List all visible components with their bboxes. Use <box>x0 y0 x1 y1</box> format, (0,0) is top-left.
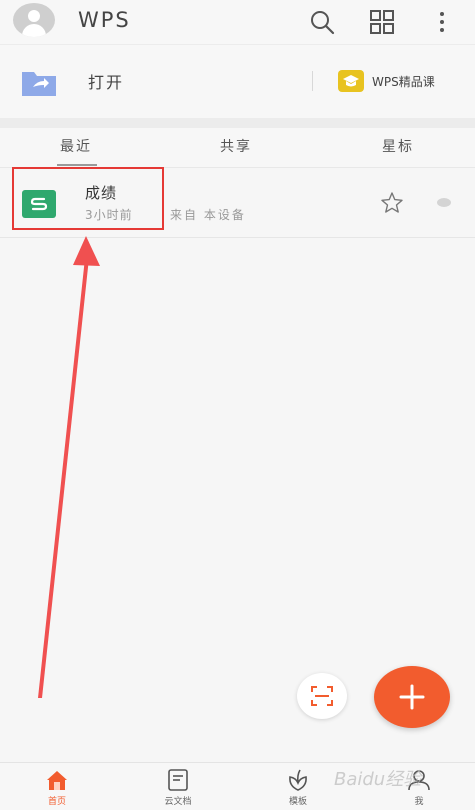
nav-label: 我 <box>414 797 424 807</box>
wps-course-button[interactable]: WPS精品课 <box>338 68 435 94</box>
user-avatar-icon[interactable] <box>13 3 55 37</box>
tab-share[interactable]: 共享 <box>220 136 252 156</box>
plus-icon <box>399 684 425 710</box>
open-folder-button[interactable] <box>20 68 58 98</box>
file-source: 来自 本设备 <box>170 208 246 222</box>
scan-button[interactable] <box>297 673 347 719</box>
nav-cloud-docs[interactable]: 云文档 <box>148 769 208 807</box>
open-label[interactable]: 打开 <box>88 69 124 93</box>
file-tabs: 最近 共享 星标 <box>0 128 475 168</box>
more-vertical-icon[interactable] <box>428 8 456 36</box>
active-tab-indicator <box>57 164 97 166</box>
tab-star[interactable]: 星标 <box>382 136 414 156</box>
top-bar: WPS <box>0 0 475 44</box>
grid-icon[interactable] <box>368 8 396 36</box>
nav-home[interactable]: 首页 <box>27 769 87 807</box>
highlight-box <box>12 167 164 230</box>
section-gap <box>0 118 475 128</box>
file-menu-dot-icon[interactable] <box>437 198 451 207</box>
course-label: WPS精品课 <box>372 74 435 89</box>
folder-icon <box>22 72 56 96</box>
divider <box>312 71 313 91</box>
add-button[interactable] <box>374 666 450 728</box>
leaf-icon <box>289 769 307 791</box>
home-icon <box>47 771 67 790</box>
document-icon <box>168 769 188 791</box>
app-logo: WPS <box>78 8 131 32</box>
nav-label: 首页 <box>47 797 66 807</box>
nav-label: 模板 <box>288 797 307 807</box>
graduation-cap-icon <box>338 70 364 92</box>
watermark: Baidu经验 <box>334 769 422 790</box>
star-icon[interactable] <box>380 191 404 215</box>
nav-templates[interactable]: 模板 <box>268 769 328 807</box>
open-row: 打开 WPS精品课 <box>0 44 475 118</box>
tab-recent[interactable]: 最近 <box>60 136 92 156</box>
nav-label: 云文档 <box>164 797 192 807</box>
scan-icon <box>311 686 333 706</box>
search-icon[interactable] <box>308 8 336 36</box>
